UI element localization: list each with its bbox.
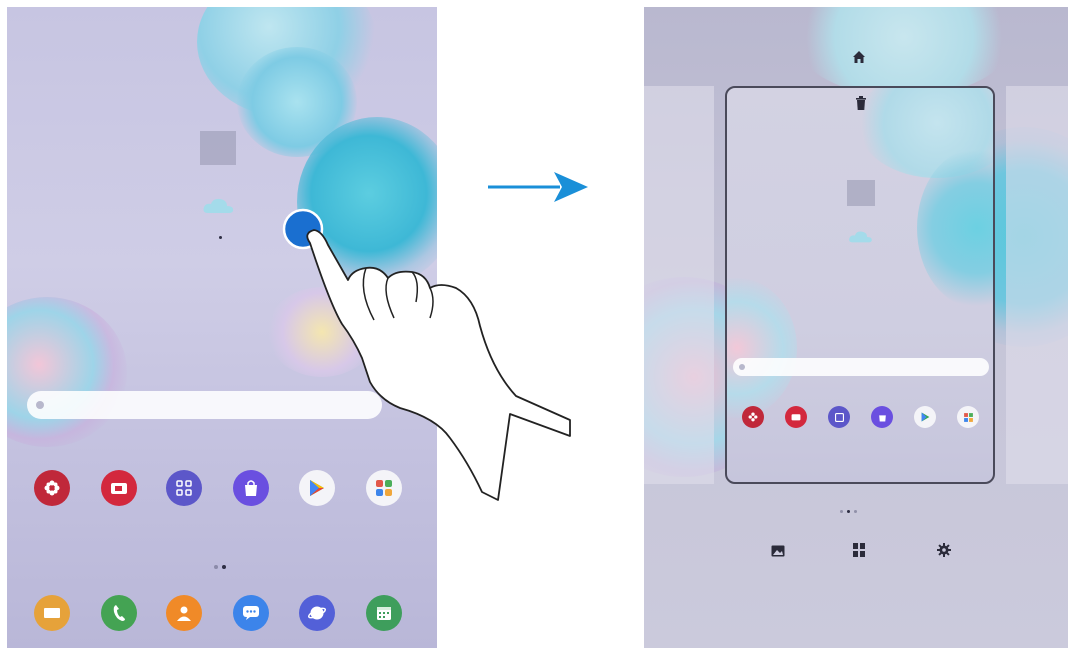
previous-page-preview[interactable] xyxy=(644,86,714,484)
search-icon xyxy=(36,401,44,409)
widgets-icon xyxy=(853,543,865,557)
page-indicator xyxy=(214,565,226,569)
folder-icon xyxy=(957,406,979,428)
preview-app xyxy=(950,406,986,428)
home-settings-option[interactable] xyxy=(909,543,979,568)
app-flower[interactable] xyxy=(27,470,77,510)
wallpaper-bubble xyxy=(7,297,127,447)
app-email[interactable] xyxy=(27,595,77,631)
app-messages[interactable] xyxy=(226,595,276,631)
bag-icon xyxy=(233,470,269,506)
app-bag[interactable] xyxy=(226,470,276,510)
tap-hold-gesture xyxy=(282,208,571,501)
current-page-preview[interactable] xyxy=(725,86,995,484)
play-store-icon xyxy=(914,406,936,428)
wallpaper-icon xyxy=(771,545,785,557)
preview-app xyxy=(735,406,771,428)
grid-icon xyxy=(828,406,850,428)
grid-icon xyxy=(166,470,202,506)
tv-icon xyxy=(785,406,807,428)
preview-app xyxy=(778,406,814,428)
flower-icon xyxy=(34,470,70,506)
home-icon[interactable] xyxy=(852,50,866,64)
app-browser[interactable] xyxy=(292,595,342,631)
weather-cloud-icon xyxy=(849,231,872,243)
app-tv[interactable] xyxy=(94,470,144,510)
app-grid[interactable] xyxy=(159,470,209,510)
search-bar[interactable] xyxy=(733,358,989,376)
app-calendar[interactable] xyxy=(359,595,409,631)
hand-icon xyxy=(306,229,571,501)
email-icon xyxy=(34,595,70,631)
messages-icon xyxy=(233,595,269,631)
phone-icon xyxy=(101,595,137,631)
preview-app xyxy=(907,406,943,428)
search-icon xyxy=(739,364,745,370)
app-contacts[interactable] xyxy=(159,595,209,631)
browser-icon xyxy=(299,595,335,631)
next-page-preview[interactable] xyxy=(1006,86,1068,484)
preview-app xyxy=(821,406,857,428)
weather-dot xyxy=(219,236,222,239)
transition-arrow-icon xyxy=(488,172,588,202)
weather-cloud-icon xyxy=(203,198,234,213)
settings-gear-icon xyxy=(937,543,951,557)
calendar-icon xyxy=(366,595,402,631)
tv-icon xyxy=(101,470,137,506)
wallpaper-bubble xyxy=(794,7,1014,97)
wallpaper-bubble xyxy=(727,278,797,418)
clock-widget xyxy=(200,131,236,165)
page-indicator xyxy=(840,510,857,513)
contacts-icon xyxy=(166,595,202,631)
bag-icon xyxy=(871,406,893,428)
preview-app xyxy=(864,406,900,428)
wallpapers-option[interactable] xyxy=(743,544,813,568)
clock-widget xyxy=(847,180,875,206)
app-phone[interactable] xyxy=(94,595,144,631)
widgets-option[interactable] xyxy=(824,543,894,568)
flower-icon xyxy=(742,406,764,428)
